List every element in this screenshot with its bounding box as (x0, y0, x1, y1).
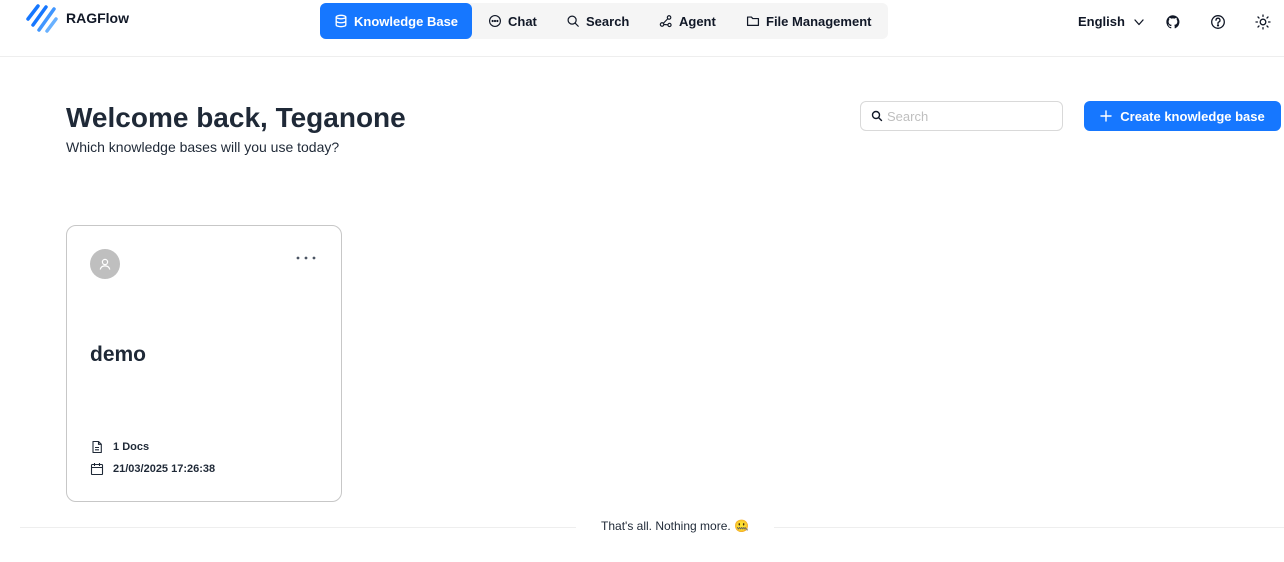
create-button-label: Create knowledge base (1120, 108, 1265, 124)
nav-tab-label: Knowledge Base (354, 13, 459, 29)
nav-tab-agent[interactable]: Agent (659, 3, 716, 39)
ragflow-logo-icon[interactable] (26, 3, 58, 35)
page: RAGFlow Knowledge Base Chat Search Agent… (0, 0, 1284, 562)
nav-tab-label: Chat (508, 13, 537, 29)
nav-tab-label: File Management (766, 13, 872, 29)
github-icon[interactable] (1164, 13, 1182, 31)
nav-tab-label: Agent (679, 13, 716, 29)
agent-graph-icon (659, 15, 672, 28)
nav-tab-knowledge-base[interactable]: Knowledge Base (320, 3, 473, 39)
search-icon (567, 15, 579, 27)
end-of-list-text: That's all. Nothing more. 🤐 (601, 519, 749, 533)
search-icon (871, 110, 883, 122)
chat-bubble-icon (489, 15, 501, 27)
plus-icon (1100, 110, 1112, 122)
doc-count-unit: Docs (122, 441, 150, 453)
nav-tab-search[interactable]: Search (566, 3, 629, 39)
chevron-down-icon (1134, 18, 1144, 25)
nav-tab-label: Search (586, 13, 630, 29)
top-header: RAGFlow Knowledge Base Chat Search Agent… (0, 0, 1284, 57)
divider-left (20, 527, 576, 528)
doc-count-value: 1 (113, 441, 120, 453)
folder-icon (746, 16, 760, 26)
document-icon (92, 440, 102, 454)
nav-tab-file-management[interactable]: File Management (746, 3, 871, 39)
search-input[interactable] (887, 103, 1057, 129)
created-date-value: 21/03/2025 17:26:38 (113, 463, 216, 475)
calendar-icon (90, 463, 104, 476)
language-label: English (1078, 14, 1125, 29)
welcome-subtitle: Which knowledge bases will you use today… (66, 139, 340, 155)
database-icon (335, 14, 347, 28)
created-date: 21/03/2025 17:26:38 (90, 462, 215, 476)
knowledge-base-search[interactable] (860, 101, 1063, 131)
knowledge-base-name: demo (90, 343, 147, 366)
create-knowledge-base-button[interactable]: Create knowledge base (1084, 101, 1281, 131)
brand-name: RAGFlow (66, 10, 129, 26)
nav-tab-chat[interactable]: Chat (488, 3, 537, 39)
language-selector[interactable]: English (1078, 14, 1145, 29)
welcome-title: Welcome back, Teganone (66, 102, 406, 133)
more-options-icon[interactable] (293, 250, 319, 266)
avatar (90, 249, 120, 279)
main-nav: Knowledge Base Chat Search Agent File Ma… (320, 3, 888, 39)
help-icon[interactable] (1209, 13, 1227, 31)
divider-right (774, 527, 1284, 528)
knowledge-base-card[interactable]: demo 1 Docs 21/03/2025 17:26:38 (66, 225, 342, 502)
user-icon (99, 258, 111, 270)
doc-count: 1 Docs (90, 440, 149, 454)
theme-sun-icon[interactable] (1254, 13, 1272, 31)
